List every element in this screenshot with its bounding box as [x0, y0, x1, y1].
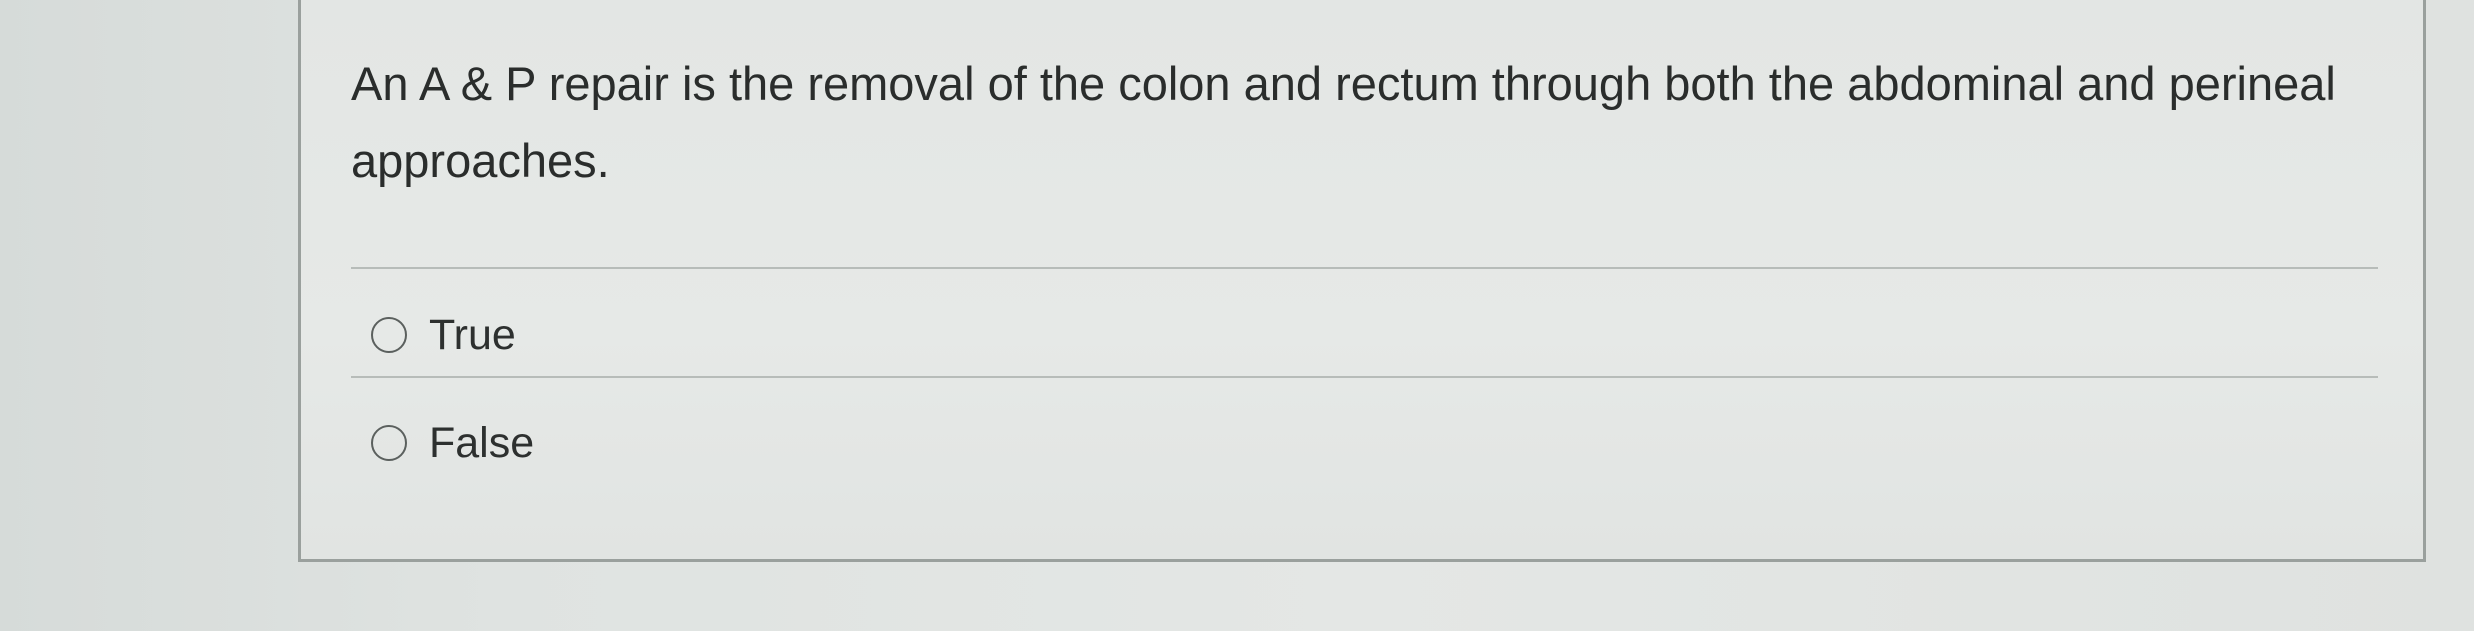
divider — [351, 267, 2378, 269]
radio-button-true[interactable] — [371, 317, 407, 353]
divider — [351, 376, 2378, 378]
answer-option-true[interactable]: True — [371, 307, 516, 363]
answer-label-false: False — [429, 419, 535, 467]
question-text: An A & P repair is the removal of the co… — [351, 57, 2336, 187]
answer-label-true: True — [429, 311, 516, 359]
radio-button-false[interactable] — [371, 425, 407, 461]
answer-option-false[interactable]: False — [371, 415, 534, 471]
question-card: An A & P repair is the removal of the co… — [298, 0, 2426, 562]
